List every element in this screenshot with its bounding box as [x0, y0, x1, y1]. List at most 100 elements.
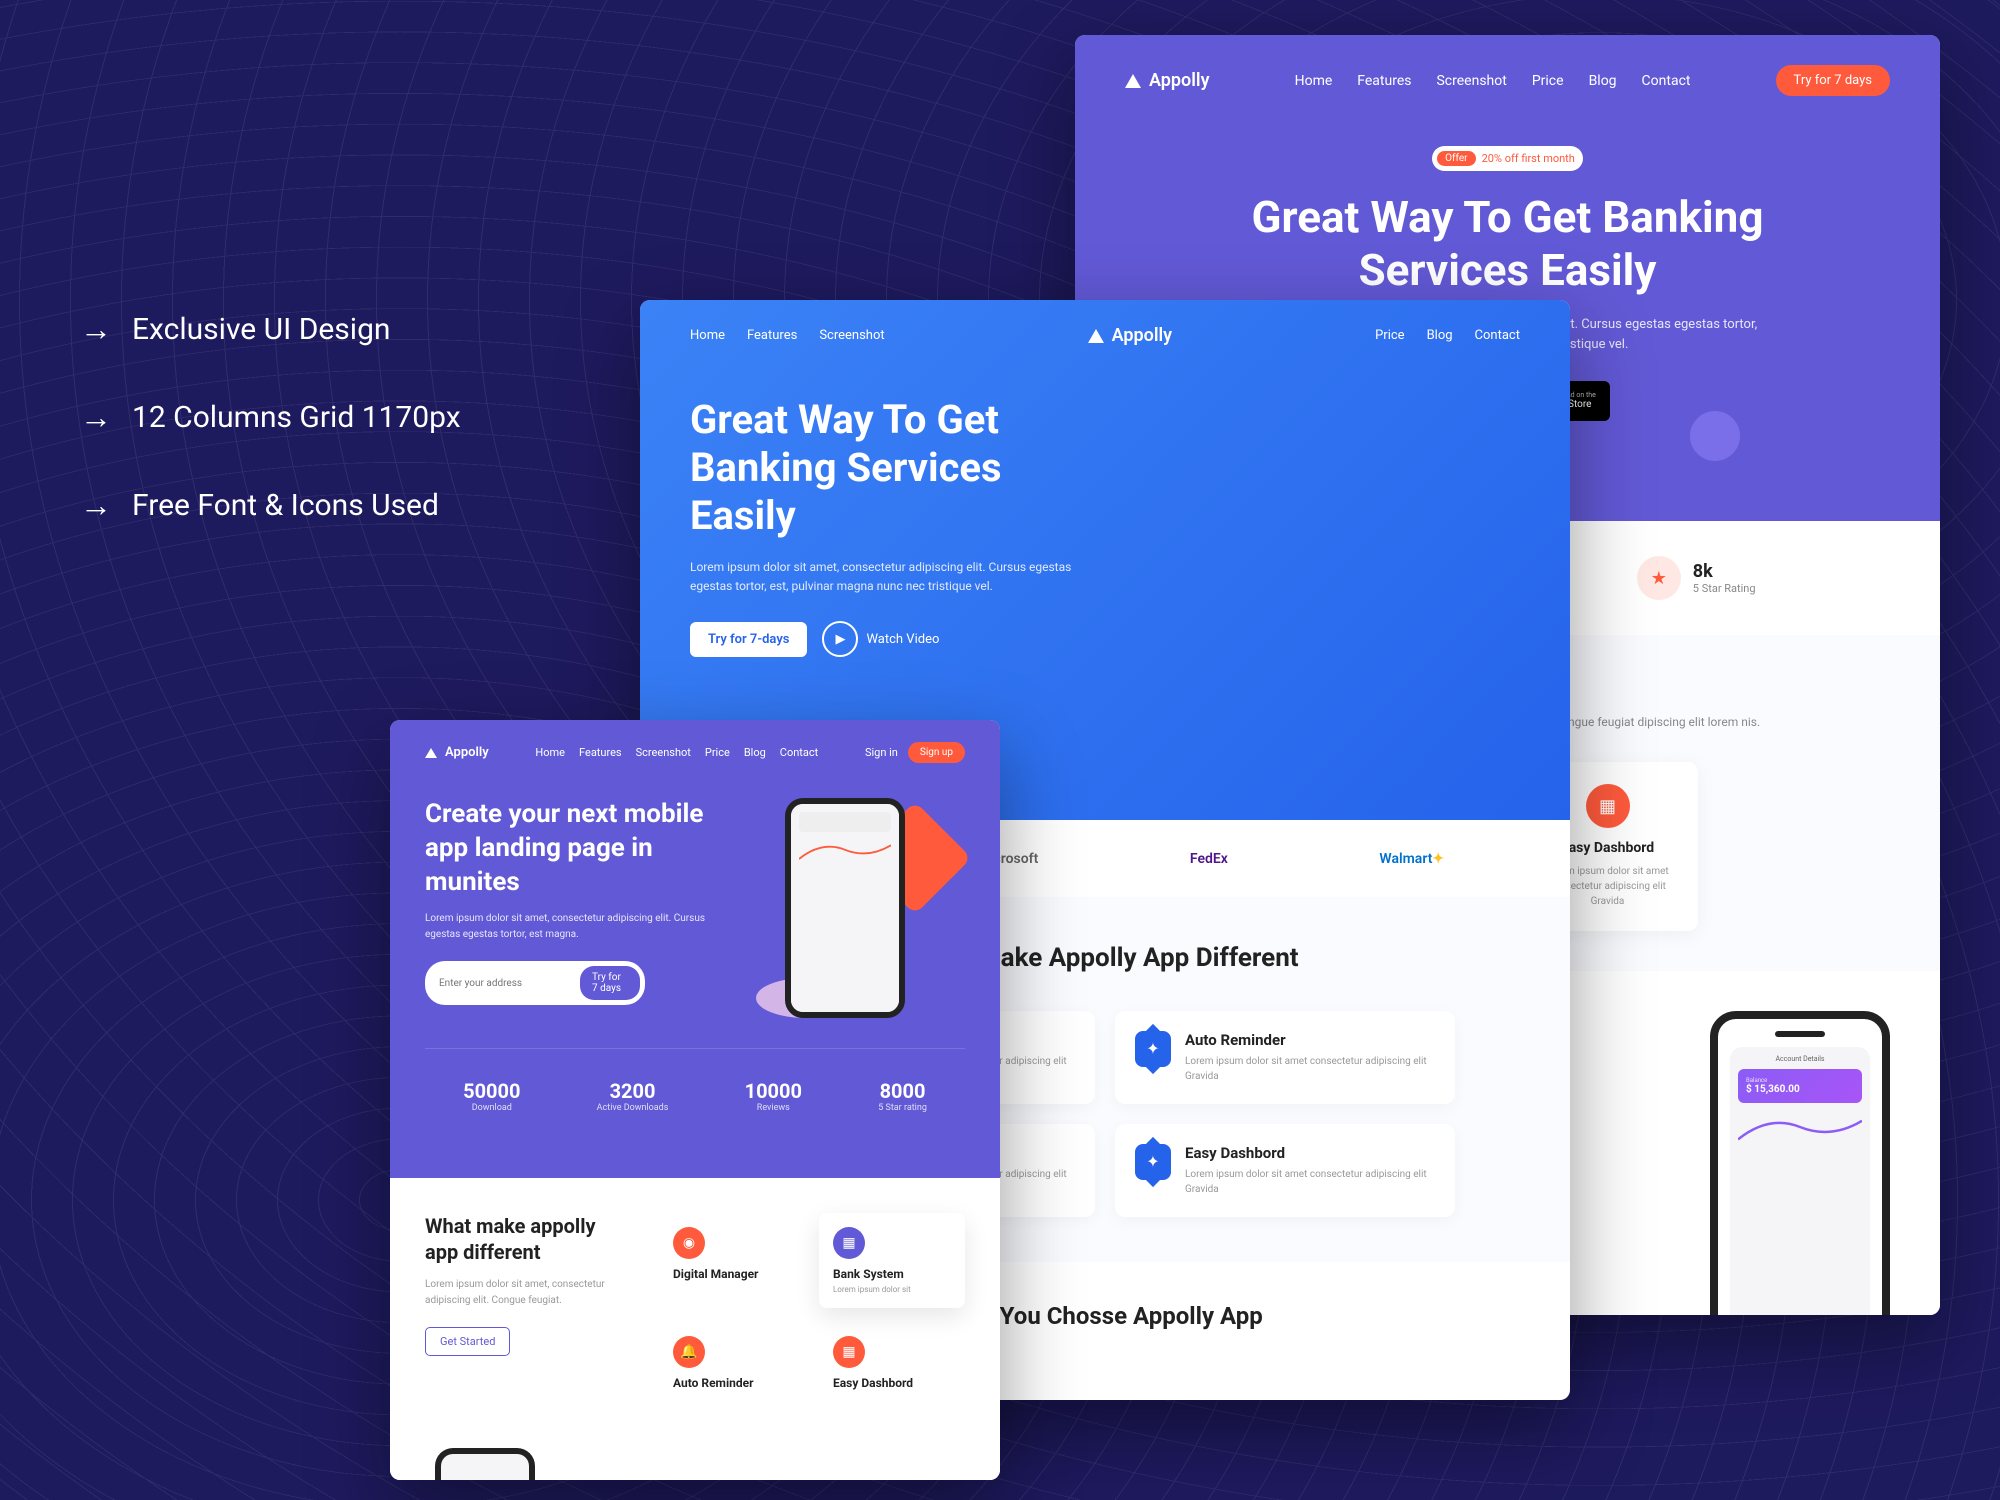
grid-icon: ▦: [833, 1336, 865, 1368]
nav-link-price[interactable]: Price: [1532, 73, 1564, 89]
section-title: What make appolly app different: [425, 1213, 629, 1265]
stat-label: Active Downloads: [597, 1103, 669, 1113]
nav-link-features[interactable]: Features: [579, 746, 622, 759]
hero-title: Great Way To Get Banking Services Easily: [1225, 191, 1790, 297]
nav-link-home[interactable]: Home: [1295, 73, 1333, 89]
feature-card: ▦ Easy Dashbord: [819, 1322, 965, 1408]
stat-number: 10000: [745, 1079, 802, 1103]
hero-section: Appolly Home Features Screenshot Price B…: [390, 720, 1000, 1178]
nav-link-price[interactable]: Price: [705, 746, 730, 759]
hero-buttons: Try for 7-days ▶Watch Video: [690, 621, 1088, 657]
nav-link-screenshot[interactable]: Screenshot: [1436, 73, 1506, 89]
stat-label: 5 Star rating: [878, 1103, 927, 1113]
watch-video[interactable]: ▶Watch Video: [822, 621, 939, 657]
email-form: Try for 7 days: [425, 961, 645, 1005]
nav-link-home[interactable]: Home: [690, 328, 725, 343]
stat-label: Download: [463, 1103, 520, 1113]
stat-item: 3200Active Downloads: [597, 1079, 669, 1113]
feature-item: →Exclusive UI Design: [80, 310, 461, 348]
get-started-button[interactable]: Get Started: [425, 1327, 510, 1356]
email-input[interactable]: [439, 978, 572, 989]
logo[interactable]: Appolly: [1088, 325, 1173, 346]
stat-number: 3200: [597, 1079, 669, 1103]
card-title: Digital Manager: [673, 1267, 791, 1281]
stats-row: 50000Download 3200Active Downloads 10000…: [425, 1048, 965, 1143]
item-text: Lorem ipsum dolor sit amet consectetur a…: [1185, 1054, 1435, 1084]
feature-text: 12 Columns Grid 1170px: [132, 400, 461, 435]
what-body: What make appolly app different Lorem ip…: [425, 1213, 965, 1408]
brand-name: Appolly: [1112, 325, 1173, 346]
section-subtitle: Lorem ipsum dolor sit amet, consectetur …: [425, 1277, 629, 1309]
track-section: We track your daily expenses with: [425, 1448, 965, 1480]
nav-link-screenshot[interactable]: Screenshot: [636, 746, 691, 759]
item-title: Auto Reminder: [1185, 1031, 1435, 1049]
hero-subtitle: Lorem ipsum dolor sit amet, consectetur …: [690, 558, 1088, 596]
feature-text: Exclusive UI Design: [132, 312, 391, 347]
what-cards: ◉Digital Manager ▦Bank SystemLorem ipsum…: [659, 1213, 965, 1408]
gear-icon: ✦: [1135, 1031, 1171, 1067]
stat-label: 5 Star Rating: [1693, 582, 1756, 595]
nav-right: Price Blog Contact: [1375, 328, 1520, 343]
feature-list: →Exclusive UI Design →12 Columns Grid 11…: [80, 310, 461, 574]
logo-icon: [425, 748, 437, 758]
try-button[interactable]: Try for 7 days: [1776, 65, 1890, 96]
phone-screen: [791, 804, 899, 1012]
hero-left: Great Way To Get Banking Services Easily…: [690, 396, 1088, 657]
phone-notch: [1775, 1031, 1825, 1037]
feature-card-active: ▦Bank SystemLorem ipsum dolor sit: [819, 1213, 965, 1308]
nav-link-home[interactable]: Home: [535, 746, 565, 759]
balance-label: Balance: [1746, 1077, 1854, 1084]
nav-link-contact[interactable]: Contact: [1642, 73, 1691, 89]
feature-item: → Free Font & Icons Used: [80, 486, 461, 524]
brand-name: Appolly: [1149, 70, 1210, 91]
card-text: Lorem ipsum dolor sit: [833, 1285, 951, 1294]
logo-icon: [1088, 329, 1104, 343]
stat-label: Reviews: [745, 1103, 802, 1113]
signin-link[interactable]: Sign in: [865, 746, 898, 759]
try-button[interactable]: Try for 7-days: [690, 622, 807, 657]
feature-text: Free Font & Icons Used: [132, 488, 439, 523]
offer-badge: Offer: [1437, 151, 1475, 166]
submit-button[interactable]: Try for 7 days: [580, 966, 640, 1000]
logo-icon: [1125, 74, 1141, 88]
nav-link-contact[interactable]: Contact: [780, 746, 818, 759]
nav-link-features[interactable]: Features: [747, 328, 797, 343]
arrow-right-icon: →: [80, 398, 112, 436]
signup-button[interactable]: Sign up: [908, 742, 965, 763]
card-title: Bank System: [833, 1267, 951, 1281]
bell-icon: 🔔: [673, 1336, 705, 1368]
hero-title: Create your next mobile app landing page…: [425, 798, 706, 899]
feature-item: → 12 Columns Grid 1170px: [80, 398, 461, 436]
nav-links: Home Features Screenshot Price Blog Cont…: [1295, 73, 1691, 89]
nav-link-blog[interactable]: Blog: [1589, 73, 1617, 89]
play-icon: ▶: [822, 621, 858, 657]
phone-mockup: [785, 798, 905, 1018]
nav-link-blog[interactable]: Blog: [1427, 328, 1453, 343]
nav-link-features[interactable]: Features: [1357, 73, 1411, 89]
phone-screen: Account DetailsBalance$ 15,360.00: [1730, 1047, 1870, 1315]
nav-left: Home Features Screenshot: [690, 328, 885, 343]
card-title: Easy Dashbord: [833, 1376, 951, 1390]
logo[interactable]: Appolly: [1125, 70, 1210, 91]
star-icon: ★: [1637, 556, 1681, 600]
hero-title: Great Way To Get Banking Services Easily: [690, 396, 1088, 540]
brand-name: Appolly: [445, 745, 489, 760]
nav-link-screenshot[interactable]: Screenshot: [819, 328, 884, 343]
nav-link-blog[interactable]: Blog: [744, 746, 766, 759]
stat-item: 10000Reviews: [745, 1079, 802, 1113]
hero-body: Great Way To Get Banking Services Easily…: [690, 346, 1520, 657]
feature-card: 🔔Auto Reminder: [659, 1322, 805, 1408]
feature-item: ✦Easy DashbordLorem ipsum dolor sit amet…: [1115, 1124, 1455, 1217]
nav-link-contact[interactable]: Contact: [1475, 328, 1520, 343]
gear-icon: ✦: [1135, 1144, 1171, 1180]
navbar: Home Features Screenshot Appolly Price B…: [690, 325, 1520, 346]
navbar: Appolly Home Features Screenshot Price B…: [1125, 65, 1890, 96]
nav-link-price[interactable]: Price: [1375, 328, 1404, 343]
partner-walmart: Walmart✦: [1379, 851, 1444, 867]
stat-item: 80005 Star rating: [878, 1079, 927, 1113]
item-title: Easy Dashbord: [1185, 1144, 1435, 1162]
arrow-right-icon: →: [80, 486, 112, 524]
logo[interactable]: Appolly: [425, 745, 489, 760]
partner-fedex: FedEx: [1190, 851, 1228, 867]
feature-item: ✦ Auto Reminder Lorem ipsum dolor sit amet…: [1115, 1011, 1455, 1104]
